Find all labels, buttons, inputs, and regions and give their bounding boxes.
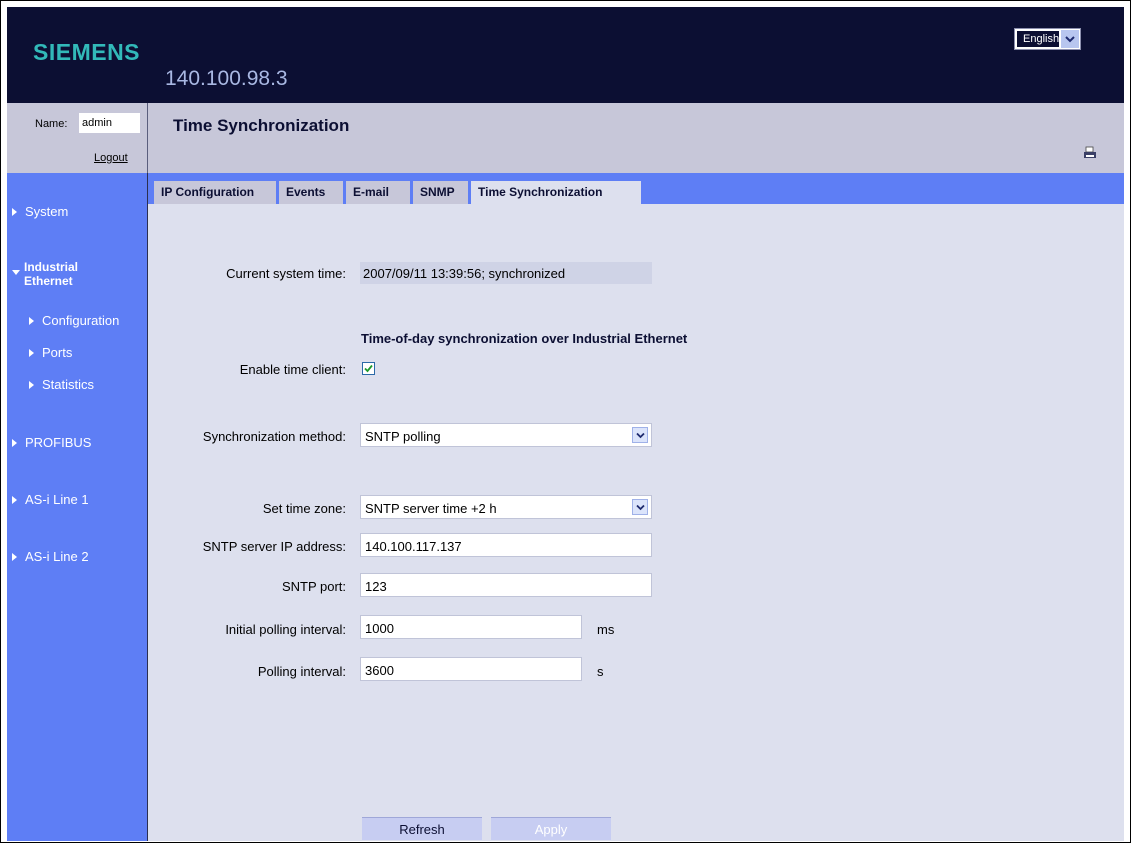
current-time-value: 2007/09/11 13:39:56; synchronized bbox=[360, 262, 652, 284]
siemens-logo: SIEMENS bbox=[33, 39, 141, 65]
title-bar: Time Synchronization bbox=[148, 103, 1124, 173]
refresh-button[interactable]: Refresh bbox=[362, 817, 482, 840]
page-title: Time Synchronization bbox=[173, 116, 350, 135]
language-value: English bbox=[1016, 30, 1060, 48]
time-zone-label: Set time zone: bbox=[262, 501, 346, 516]
sidebar-item-statistics[interactable]: Statistics bbox=[29, 377, 94, 392]
sidebar-item-label: AS-i Line 2 bbox=[25, 549, 89, 564]
polling-interval-label: Polling interval: bbox=[257, 664, 346, 679]
login-panel: Name: admin Logout bbox=[7, 103, 148, 173]
sidebar-item-ports[interactable]: Ports bbox=[29, 345, 72, 360]
sidebar-item-system[interactable]: System bbox=[12, 204, 68, 219]
initial-polling-interval-input[interactable]: 1000 bbox=[360, 615, 582, 639]
apply-button[interactable]: Apply bbox=[491, 817, 611, 840]
username-field[interactable]: admin bbox=[79, 113, 140, 133]
polling-interval-input[interactable]: 3600 bbox=[360, 657, 582, 681]
chevron-down-icon[interactable] bbox=[1061, 30, 1079, 48]
sidebar-item-profibus[interactable]: PROFIBUS bbox=[12, 435, 91, 450]
chevron-right-icon bbox=[12, 495, 17, 504]
tab-events[interactable]: Events bbox=[279, 181, 343, 204]
sidebar-item-label-line1: Industrial bbox=[24, 260, 79, 274]
sidebar-item-industrial-ethernet[interactable]: Industrial Ethernet bbox=[12, 260, 78, 288]
sidebar-item-asi-line-2[interactable]: AS-i Line 2 bbox=[12, 549, 89, 564]
polling-interval-unit: s bbox=[597, 664, 604, 679]
sntp-port-label: SNTP port: bbox=[281, 579, 346, 594]
tab-e-mail[interactable]: E-mail bbox=[346, 181, 410, 204]
chevron-right-icon bbox=[29, 348, 34, 357]
name-label: Name: bbox=[35, 118, 68, 130]
sidebar-item-label: Industrial Ethernet bbox=[24, 260, 78, 288]
sntp-server-ip-label: SNTP server IP address: bbox=[202, 539, 346, 554]
sidebar-item-asi-line-1[interactable]: AS-i Line 1 bbox=[12, 492, 89, 507]
logout-link[interactable]: Logout bbox=[94, 152, 128, 164]
enable-time-client-checkbox[interactable] bbox=[362, 362, 375, 375]
sync-method-label: Synchronization method: bbox=[202, 429, 346, 444]
sidebar: System Industrial Ethernet Configuration… bbox=[7, 173, 148, 841]
time-zone-select[interactable]: SNTP server time +2 h bbox=[360, 495, 652, 519]
section-heading: Time-of-day synchronization over Industr… bbox=[361, 331, 688, 346]
device-ip-address: 140.100.98.3 bbox=[165, 67, 288, 90]
current-time-label: Current system time: bbox=[226, 266, 346, 281]
time-zone-value: SNTP server time +2 h bbox=[365, 501, 497, 516]
chevron-right-icon bbox=[12, 438, 17, 447]
sidebar-item-configuration[interactable]: Configuration bbox=[29, 313, 119, 328]
chevron-right-icon bbox=[12, 552, 17, 561]
sidebar-item-label: Configuration bbox=[42, 313, 120, 328]
enable-time-client-label: Enable time client: bbox=[239, 362, 346, 377]
sync-method-select[interactable]: SNTP polling bbox=[360, 423, 652, 447]
language-select[interactable]: English bbox=[1014, 28, 1081, 50]
chevron-down-icon bbox=[12, 270, 20, 275]
sidebar-item-label: Ports bbox=[42, 345, 73, 360]
chevron-right-icon bbox=[29, 316, 34, 325]
initial-polling-interval-label: Initial polling interval: bbox=[225, 622, 346, 637]
printer-icon[interactable] bbox=[1083, 146, 1097, 160]
checkmark-icon bbox=[364, 364, 373, 373]
chevron-down-icon[interactable] bbox=[632, 499, 648, 515]
sidebar-item-label-line2: Ethernet bbox=[24, 274, 73, 288]
tab-ip-configuration[interactable]: IP Configuration bbox=[154, 181, 276, 204]
sidebar-item-label: System bbox=[25, 204, 69, 219]
header: SIEMENS 140.100.98.3 English bbox=[7, 7, 1124, 103]
sync-method-value: SNTP polling bbox=[365, 429, 441, 444]
sidebar-item-label: PROFIBUS bbox=[25, 435, 92, 450]
main-content: Current system time: 2007/09/11 13:39:56… bbox=[148, 204, 1124, 841]
tab-bar: IP Configuration Events E-mail SNMP Time… bbox=[148, 173, 1124, 205]
sidebar-item-label: AS-i Line 1 bbox=[25, 492, 89, 507]
sidebar-item-label: Statistics bbox=[42, 377, 95, 392]
sntp-server-ip-input[interactable]: 140.100.117.137 bbox=[360, 533, 652, 557]
initial-polling-interval-unit: ms bbox=[597, 622, 615, 637]
chevron-right-icon bbox=[29, 380, 34, 389]
sntp-port-input[interactable]: 123 bbox=[360, 573, 652, 597]
chevron-down-icon[interactable] bbox=[632, 427, 648, 443]
tab-time-synchronization[interactable]: Time Synchronization bbox=[471, 181, 641, 205]
tab-snmp[interactable]: SNMP bbox=[413, 181, 468, 204]
chevron-right-icon bbox=[12, 207, 17, 216]
